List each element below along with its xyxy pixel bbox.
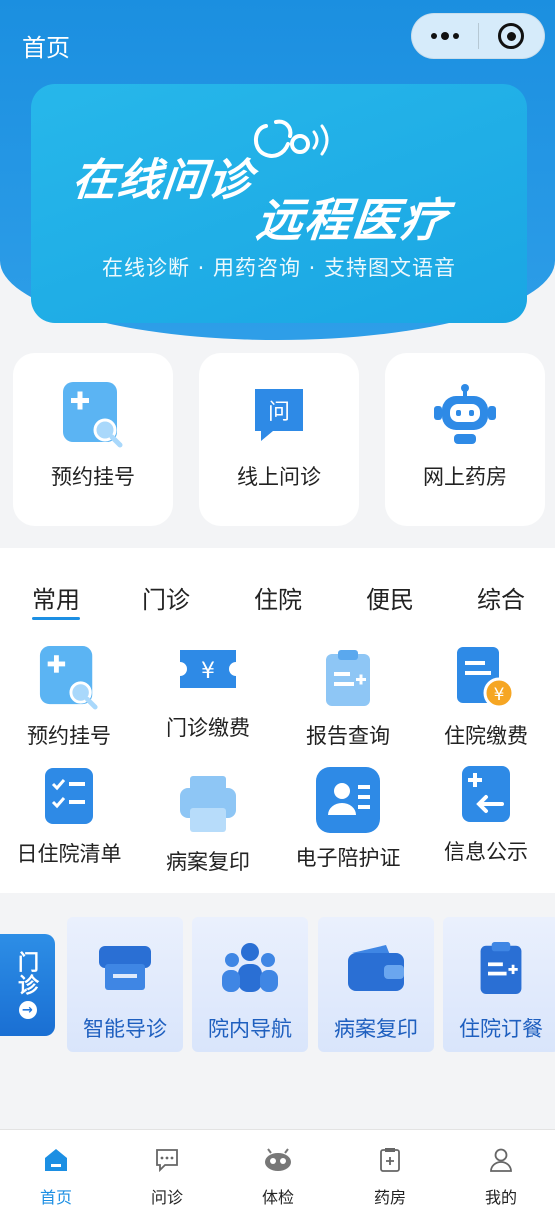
grid-item-info-notice[interactable]: 信息公示 <box>417 760 555 866</box>
banner-subtitle: 在线诊断 · 用药咨询 · 支持图文语音 <box>101 256 457 280</box>
quick-card-label: 线上问诊 <box>237 465 321 489</box>
nav-label: 药房 <box>373 1188 406 1207</box>
clipboard-icon <box>320 644 376 712</box>
svg-text:¥: ¥ <box>494 685 505 705</box>
quick-card-appointment[interactable]: 预约挂号 <box>13 353 173 526</box>
nav-home[interactable]: 首页 <box>16 1144 96 1208</box>
people-icon <box>218 937 282 999</box>
bill-yen-icon: ¥ <box>453 644 519 712</box>
grid-item-label: 报告查询 <box>306 724 390 748</box>
service-card-label: 病案复印 <box>334 1017 418 1041</box>
grid-item-label: 病案复印 <box>166 850 250 874</box>
grid-item-record-copy[interactable]: 病案复印 <box>139 770 277 876</box>
nav-consult[interactable]: 问诊 <box>127 1144 207 1208</box>
chat-question-icon: 问 <box>251 379 307 451</box>
close-button[interactable] <box>479 14 545 58</box>
tab-inpatient[interactable]: 住院 <box>238 580 318 615</box>
grid-item-report[interactable]: 报告查询 <box>279 644 417 750</box>
wallet-icon <box>344 937 408 999</box>
grid-item-label: 电子陪护证 <box>295 846 401 870</box>
robot-icon <box>430 379 500 451</box>
clipboard-icon <box>475 937 527 999</box>
grid-item-label: 门诊缴费 <box>166 716 250 740</box>
services-side-tab[interactable]: 门诊 → <box>0 934 55 1036</box>
tab-general[interactable]: 综合 <box>461 580 541 615</box>
arrow-right-icon: → <box>18 1001 37 1019</box>
grid-item-appointment[interactable]: 预约挂号 <box>0 644 138 750</box>
tab-outpatient[interactable]: 门诊 <box>126 580 206 615</box>
banner-title-1: 在线问诊 <box>69 155 256 206</box>
service-card-label: 院内导航 <box>208 1017 292 1041</box>
service-card-guide[interactable]: 智能导诊 <box>67 917 183 1052</box>
service-card-label: 住院订餐 <box>459 1017 543 1041</box>
category-tabs: 常用 门诊 住院 便民 综合 <box>0 580 555 620</box>
quick-card-pharmacy[interactable]: 网上药房 <box>385 353 545 526</box>
grid-item-inpatient-payment[interactable]: ¥ 住院缴费 <box>417 644 555 750</box>
grid-item-label: 预约挂号 <box>27 724 111 748</box>
grid-item-label: 信息公示 <box>444 840 528 864</box>
service-card-record-copy[interactable]: 病案复印 <box>318 917 434 1052</box>
target-icon <box>498 23 525 49</box>
appointment-icon <box>38 644 100 712</box>
grid-item-escort-card[interactable]: 电子陪护证 <box>279 766 417 872</box>
more-dots-icon <box>430 31 459 40</box>
banner-title-2: 远程医疗 <box>253 193 452 247</box>
quick-card-label: 网上药房 <box>423 465 507 489</box>
tab-common[interactable]: 常用 <box>16 580 96 615</box>
appointment-icon <box>61 379 125 451</box>
service-card-meal-order[interactable]: 住院订餐 <box>443 917 555 1052</box>
bottom-nav: 首页 问诊 体检 药房 我的 <box>0 1129 555 1219</box>
grid-item-label: 住院缴费 <box>444 724 528 748</box>
tab-convenience[interactable]: 便民 <box>350 580 430 615</box>
quick-card-label: 预约挂号 <box>51 465 135 489</box>
chat-icon <box>154 1144 180 1176</box>
more-button[interactable] <box>412 14 478 58</box>
svg-text:¥: ¥ <box>201 659 215 684</box>
nav-label: 问诊 <box>150 1188 183 1207</box>
nav-mine[interactable]: 我的 <box>461 1144 541 1208</box>
grid-item-outpatient-payment[interactable]: ¥ 门诊缴费 <box>139 636 277 742</box>
user-icon <box>489 1144 513 1176</box>
service-card-label: 智能导诊 <box>83 1017 167 1041</box>
grid-item-daily-list[interactable]: 日住院清单 <box>0 762 138 868</box>
grid-item-label: 日住院清单 <box>16 842 122 866</box>
id-card-icon <box>314 766 382 834</box>
quick-card-consult[interactable]: 问 线上问诊 <box>199 353 359 526</box>
tab-underline <box>32 617 80 620</box>
nav-label: 体检 <box>261 1188 294 1207</box>
svg-text:问: 问 <box>268 400 290 425</box>
banner[interactable]: 在线问诊 远程医疗 在线诊断 · 用药咨询 · 支持图文语音 <box>31 84 527 323</box>
nav-label: 首页 <box>39 1188 72 1207</box>
home-icon <box>43 1144 69 1176</box>
pharmacy-icon <box>378 1144 402 1176</box>
notice-icon <box>458 760 514 828</box>
mini-program-capsule <box>411 13 545 59</box>
services-side-label: 门诊 <box>15 951 40 997</box>
checkup-icon <box>263 1144 293 1176</box>
nav-pharmacy[interactable]: 药房 <box>350 1144 430 1208</box>
nav-checkup[interactable]: 体检 <box>238 1144 318 1208</box>
printer-icon <box>95 937 155 999</box>
page-title: 首页 <box>22 34 70 62</box>
ticket-yen-icon: ¥ <box>176 636 240 704</box>
stethoscope-icon <box>254 119 329 158</box>
checklist-icon <box>41 762 97 830</box>
service-card-navigation[interactable]: 院内导航 <box>192 917 308 1052</box>
nav-label: 我的 <box>484 1188 517 1207</box>
printer-icon <box>176 770 240 838</box>
